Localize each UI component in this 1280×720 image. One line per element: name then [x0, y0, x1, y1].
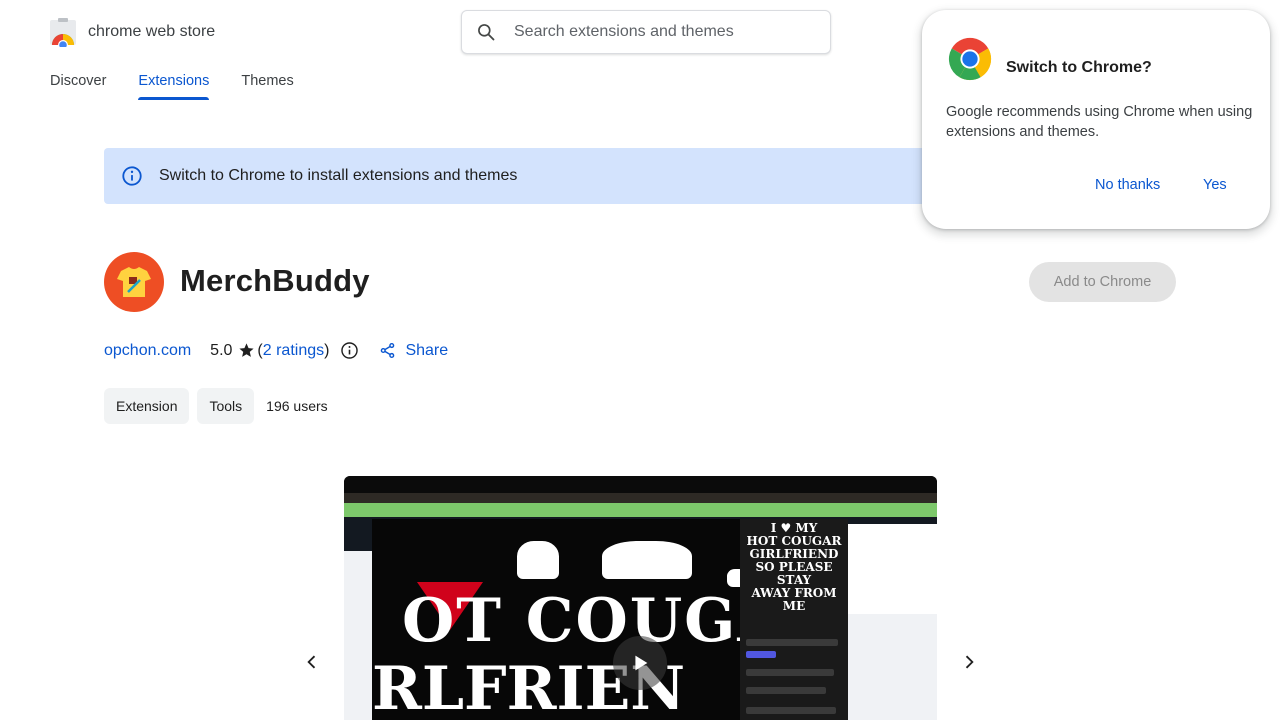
rating-info-icon[interactable]	[340, 341, 359, 360]
user-count: 196 users	[266, 398, 328, 414]
main-nav: Discover Extensions Themes	[50, 73, 326, 100]
play-button[interactable]	[613, 636, 667, 690]
category-chips: Extension Tools 196 users	[104, 388, 328, 424]
chevron-right-icon	[965, 655, 974, 669]
store-name: chrome web store	[88, 23, 216, 40]
share-button[interactable]: Share	[379, 342, 448, 360]
chevron-left-icon	[307, 655, 316, 669]
search-input[interactable]	[514, 23, 804, 41]
star-icon	[239, 343, 255, 357]
chip-tools[interactable]: Tools	[197, 388, 255, 424]
add-to-chrome-button[interactable]: Add to Chrome	[1029, 262, 1176, 302]
no-thanks-button[interactable]: No thanks	[1095, 177, 1160, 193]
carousel-next-button[interactable]	[957, 650, 981, 674]
tab-discover[interactable]: Discover	[50, 73, 106, 100]
carousel-prev-button[interactable]	[300, 650, 324, 674]
rating: 5.0 (2 ratings)	[210, 342, 329, 360]
tab-extensions[interactable]: Extensions	[138, 73, 209, 100]
rating-paren-close: )	[324, 341, 330, 359]
search-box[interactable]	[461, 10, 831, 54]
play-icon	[635, 655, 648, 671]
ratings-link[interactable]: 2 ratings	[263, 342, 324, 360]
chrome-logo-icon	[947, 36, 993, 87]
yes-button[interactable]: Yes	[1203, 177, 1227, 193]
rating-value: 5.0	[210, 341, 233, 359]
extension-icon	[104, 252, 164, 312]
video-black-bar	[344, 476, 937, 493]
extension-title: MerchBuddy	[180, 263, 370, 298]
extension-meta: opchon.com 5.0 (2 ratings) Share	[104, 341, 448, 360]
switch-to-chrome-dialog: Switch to Chrome? Google recommends usin…	[922, 10, 1270, 229]
video-big-text-1: OT COUGA	[402, 586, 786, 656]
search-icon	[478, 24, 495, 41]
banner-text: Switch to Chrome to install extensions a…	[159, 167, 518, 184]
chrome-web-store-icon	[48, 17, 78, 50]
dialog-title: Switch to Chrome?	[1006, 59, 1152, 76]
chip-extension[interactable]: Extension	[104, 388, 190, 424]
developer-link[interactable]: opchon.com	[104, 342, 191, 360]
tab-themes[interactable]: Themes	[241, 73, 293, 100]
video-menubar	[344, 493, 937, 503]
dialog-body: Google recommends using Chrome when usin…	[946, 104, 1253, 140]
store-logo[interactable]: chrome web store	[48, 17, 216, 50]
share-label: Share	[405, 341, 449, 359]
info-icon	[122, 166, 142, 186]
share-icon	[381, 342, 395, 359]
video-shirt-text: I ♥ MY HOT COUGAR GIRLFRIEND SO PLEASE S…	[746, 521, 842, 613]
